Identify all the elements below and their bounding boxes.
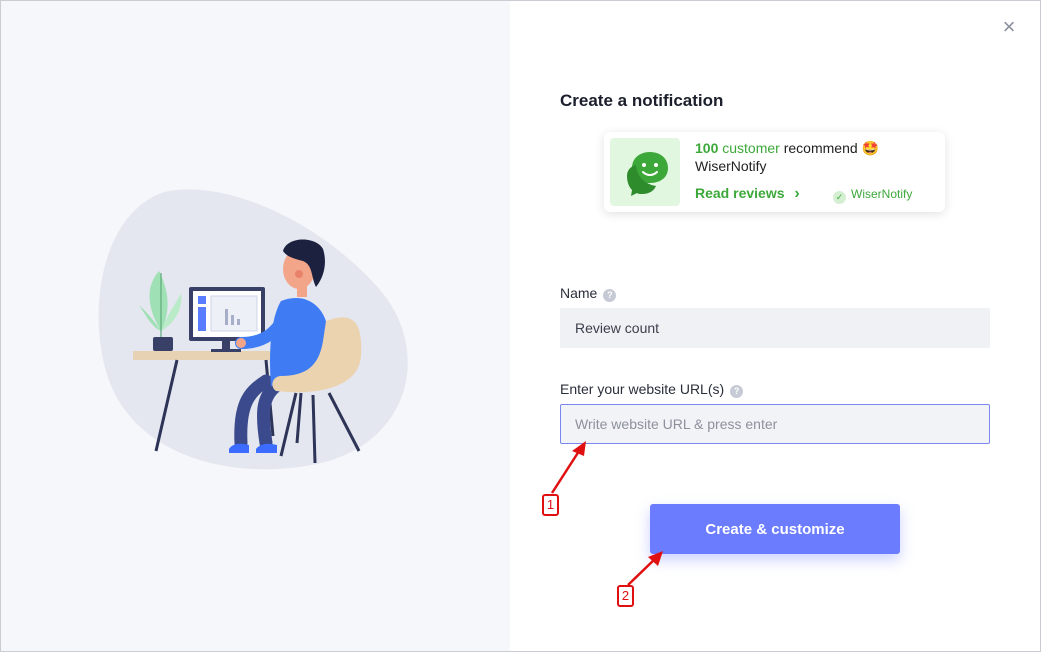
name-label: Name? (560, 285, 617, 302)
preview-brand-name: WiserNotify (695, 158, 767, 174)
chat-bubbles-icon (610, 138, 680, 206)
help-icon[interactable]: ? (730, 385, 744, 398)
illustration-panel (1, 1, 510, 651)
person-at-desk-illustration (98, 189, 408, 470)
customer-word: customer (722, 140, 780, 156)
dialog-title: Create a notification (560, 91, 724, 110)
url-label: Enter your website URL(s)? (560, 381, 744, 398)
read-reviews-link[interactable]: Read reviews › (695, 185, 800, 203)
help-icon[interactable]: ? (603, 289, 617, 302)
close-icon[interactable]: × (997, 15, 1021, 39)
notification-preview-card: 100 customer recommend 🤩 WiserNotify Rea… (604, 132, 945, 212)
badge-label: WiserNotify (851, 187, 913, 201)
preview-headline: 100 customer recommend 🤩 (695, 140, 879, 157)
check-icon: ✓ (833, 191, 846, 204)
create-notification-dialog: × Create a notification 100 customer rec… (0, 0, 1041, 652)
annotation-marker-2: 2 (617, 585, 634, 607)
verified-badge: ✓ WiserNotify (833, 187, 912, 204)
url-label-text: Enter your website URL(s) (560, 381, 725, 397)
star-eyes-emoji-icon: 🤩 (861, 140, 879, 156)
website-url-input[interactable] (560, 404, 990, 444)
name-label-text: Name (560, 285, 598, 301)
read-reviews-label: Read reviews (695, 185, 785, 201)
annotation-marker-1: 1 (542, 494, 559, 516)
recommend-text: recommend (783, 140, 858, 156)
create-customize-button[interactable]: Create & customize (650, 504, 900, 554)
name-input[interactable] (560, 308, 990, 348)
chevron-right-icon: › (794, 185, 800, 202)
review-count: 100 (695, 140, 719, 156)
